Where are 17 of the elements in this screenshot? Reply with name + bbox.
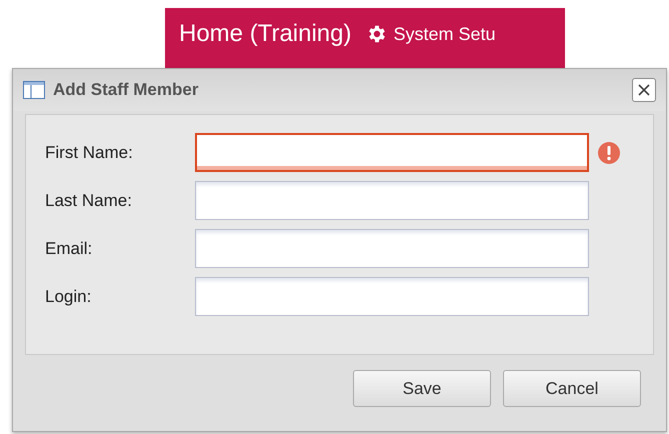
field-label: Login: bbox=[45, 286, 92, 308]
dialog-button[interactable]: Save bbox=[353, 370, 491, 407]
close-button[interactable] bbox=[632, 78, 656, 102]
field-label: Last Name: bbox=[45, 190, 133, 212]
field-label: First Name: bbox=[45, 142, 134, 164]
error-icon bbox=[597, 140, 621, 164]
input-field[interactable] bbox=[195, 181, 589, 220]
banner-title: Home (Training) bbox=[179, 19, 352, 49]
window-icon bbox=[23, 81, 45, 99]
system-setup-link[interactable]: System Setu bbox=[394, 20, 496, 48]
close-icon bbox=[637, 83, 651, 97]
dialog-button[interactable]: Cancel bbox=[503, 370, 641, 407]
input-field[interactable] bbox=[195, 133, 589, 172]
input-field[interactable] bbox=[195, 277, 589, 316]
dialog-title: Add Staff Member bbox=[53, 79, 200, 102]
input-field[interactable] bbox=[195, 229, 589, 268]
field-label: Email: bbox=[45, 238, 94, 260]
